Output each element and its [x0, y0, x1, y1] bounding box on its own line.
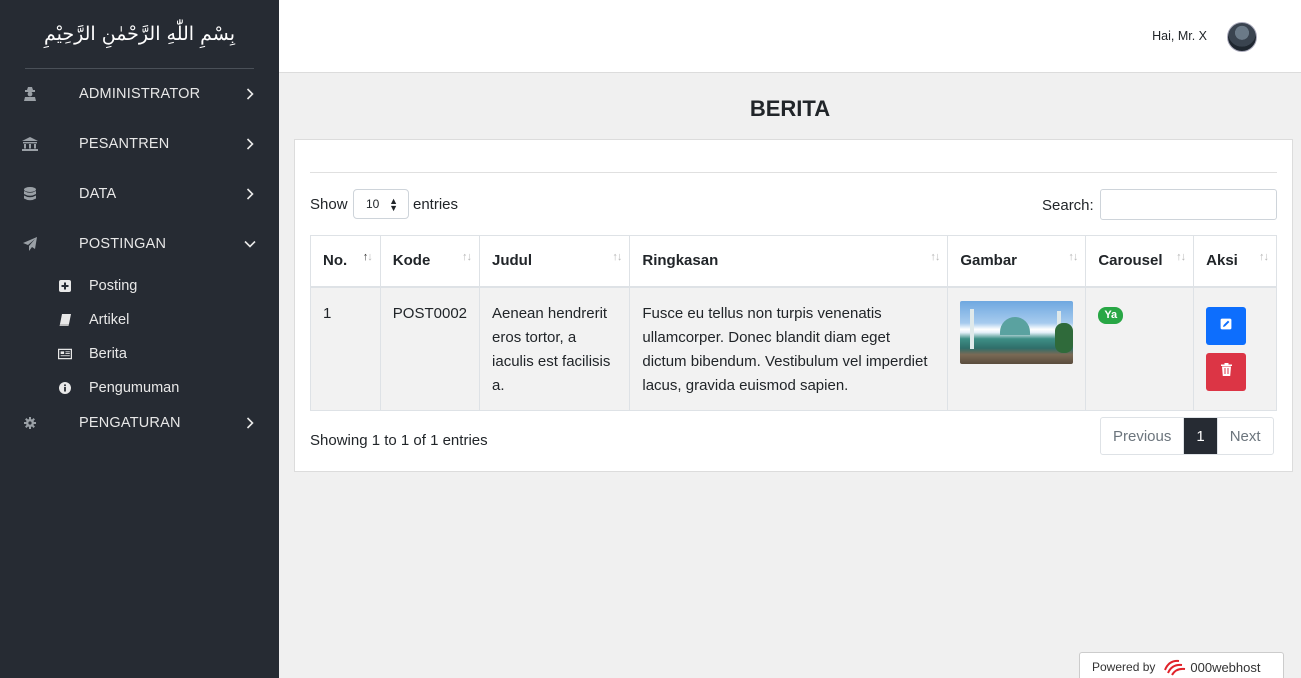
- brand-title: بِسْمِ اللّٰهِ الرَّحْمٰنِ الرَّحِيْمِ: [44, 23, 235, 45]
- sidebar-item-pengaturan[interactable]: PENGATURAN: [0, 405, 279, 441]
- newspaper-icon: [58, 347, 72, 361]
- trash-icon: [1220, 360, 1232, 384]
- column-header-label: Judul: [492, 252, 533, 270]
- cell-kode: POST0002: [379, 286, 481, 411]
- cell-gambar: [947, 286, 1087, 411]
- plus-square-icon: [58, 279, 72, 293]
- column-header-gambar[interactable]: Gambar ↑↓: [947, 235, 1087, 288]
- show-label: Show: [310, 196, 348, 213]
- page-length-select[interactable]: 10 ▲ ▼: [353, 189, 409, 219]
- column-header-ringkasan[interactable]: Ringkasan ↑↓: [629, 235, 949, 288]
- avatar[interactable]: [1227, 22, 1257, 52]
- sidebar-subitem-pengumuman[interactable]: Pengumuman: [0, 371, 279, 405]
- column-header-label: Ringkasan: [642, 252, 719, 270]
- search-label: Search:: [1042, 197, 1094, 214]
- sort-icon: ↑↓: [1259, 251, 1269, 263]
- column-header-label: No.: [323, 252, 348, 270]
- paper-plane-icon: [22, 236, 38, 252]
- sidebar-subitem-artikel[interactable]: Artikel: [0, 303, 279, 337]
- gear-icon: [22, 415, 38, 431]
- chevron-right-icon: [244, 138, 256, 150]
- select-caret-icon: ▲ ▼: [389, 196, 398, 213]
- chevron-right-icon: [244, 188, 256, 200]
- user-greeting[interactable]: Hai, Mr. X: [1152, 29, 1207, 43]
- pagination: Previous 1 Next: [1100, 417, 1274, 455]
- column-header-label: Carousel: [1098, 252, 1163, 270]
- data-table: No. ↑↓ Kode ↑↓ Judul ↑↓ Ringkasan ↑↓ Gambar ↑…: [310, 235, 1277, 411]
- column-header-judul[interactable]: Judul ↑↓: [479, 235, 631, 288]
- sidebar-item-label: POSTINGAN: [79, 236, 167, 252]
- sort-icon: ↑↓: [612, 251, 622, 263]
- edit-icon: [1220, 314, 1232, 338]
- sort-icon: ↑↓: [1176, 251, 1186, 263]
- edit-button[interactable]: [1206, 306, 1247, 345]
- column-header-kode[interactable]: Kode ↑↓: [379, 235, 481, 288]
- sort-icon: ↑↓: [1068, 251, 1078, 263]
- column-header-aksi[interactable]: Aksi ↑↓: [1193, 235, 1277, 288]
- column-header-label: Kode: [392, 252, 431, 270]
- sidebar-item-administrator[interactable]: ADMINISTRATOR: [0, 69, 279, 119]
- sidebar: بِسْمِ اللّٰهِ الرَّحْمٰنِ الرَّحِيْمِ A…: [0, 0, 279, 678]
- info-circle-icon: [58, 381, 72, 395]
- webhost-name: 000webhost: [1190, 659, 1261, 675]
- webhost-logo-icon: [1164, 659, 1186, 676]
- webhost-logo: 000webhost: [1163, 658, 1261, 676]
- search-input[interactable]: [1100, 189, 1277, 220]
- entries-label: entries: [413, 196, 459, 213]
- card-divider: [310, 172, 1277, 173]
- column-header-no[interactable]: No. ↑↓: [310, 235, 381, 288]
- page-length-value: 10: [366, 197, 380, 211]
- cell-judul: Aenean hendrerit eros tortor, a iaculis …: [479, 286, 631, 411]
- column-header-carousel[interactable]: Carousel ↑↓: [1085, 235, 1195, 288]
- university-icon: [22, 136, 38, 152]
- cell-aksi: [1193, 286, 1277, 411]
- sidebar-subitem-berita[interactable]: Berita: [0, 337, 279, 371]
- table-row: 1 POST0002 Aenean hendrerit eros tortor,…: [310, 286, 1277, 411]
- previous-page-button[interactable]: Previous: [1101, 418, 1185, 454]
- user-secret-icon: [22, 86, 38, 102]
- topbar: Hai, Mr. X: [279, 0, 1301, 73]
- sidebar-subitem-label: Artikel: [89, 312, 130, 328]
- sidebar-subitem-label: Posting: [89, 278, 138, 294]
- next-page-button[interactable]: Next: [1218, 418, 1273, 454]
- sort-icon: ↑↓: [930, 251, 940, 263]
- sort-icon: ↑↓: [362, 251, 373, 263]
- sidebar-subitem-posting[interactable]: Posting: [0, 269, 279, 303]
- sort-icon: ↑↓: [462, 251, 472, 263]
- powered-by-badge[interactable]: Powered by 000webhost: [1079, 652, 1284, 678]
- sidebar-item-label: PENGATURAN: [79, 415, 181, 431]
- sidebar-item-postingan[interactable]: POSTINGAN: [0, 219, 279, 269]
- sidebar-item-label: DATA: [79, 186, 117, 202]
- page-title: BERITA: [749, 96, 831, 121]
- column-header-label: Gambar: [960, 252, 1018, 270]
- table-info: Showing 1 to 1 of 1 entries: [310, 432, 488, 449]
- content-card: Show 10 ▲ ▼ entries Search: No. ↑↓ Kode ↑↓ …: [294, 139, 1293, 472]
- powered-by-label: Powered by: [1092, 660, 1156, 674]
- sidebar-subitem-label: Pengumuman: [89, 380, 180, 396]
- carousel-badge: Ya: [1098, 306, 1124, 324]
- delete-button[interactable]: [1206, 352, 1247, 391]
- sidebar-item-data[interactable]: DATA: [0, 169, 279, 219]
- database-icon: [22, 186, 38, 202]
- chevron-down-icon: [244, 238, 256, 250]
- sidebar-item-label: ADMINISTRATOR: [79, 86, 201, 102]
- sidebar-item-label: PESANTREN: [79, 136, 170, 152]
- news-thumbnail: [960, 300, 1074, 364]
- chevron-right-icon: [244, 417, 256, 429]
- sidebar-item-pesantren[interactable]: PESANTREN: [0, 119, 279, 169]
- cell-carousel: Ya: [1085, 286, 1195, 411]
- column-header-label: Aksi: [1206, 252, 1238, 270]
- chevron-right-icon: [244, 88, 256, 100]
- cell-ringkasan: Fusce eu tellus non turpis venenatis ull…: [629, 286, 949, 411]
- sidebar-subitem-label: Berita: [89, 346, 127, 362]
- book-icon: [58, 313, 72, 327]
- cell-no: 1: [310, 286, 381, 411]
- page-1-button[interactable]: 1: [1184, 418, 1218, 454]
- sidebar-nav: ADMINISTRATOR PESANTREN DATA POSTINGAN P…: [0, 69, 279, 441]
